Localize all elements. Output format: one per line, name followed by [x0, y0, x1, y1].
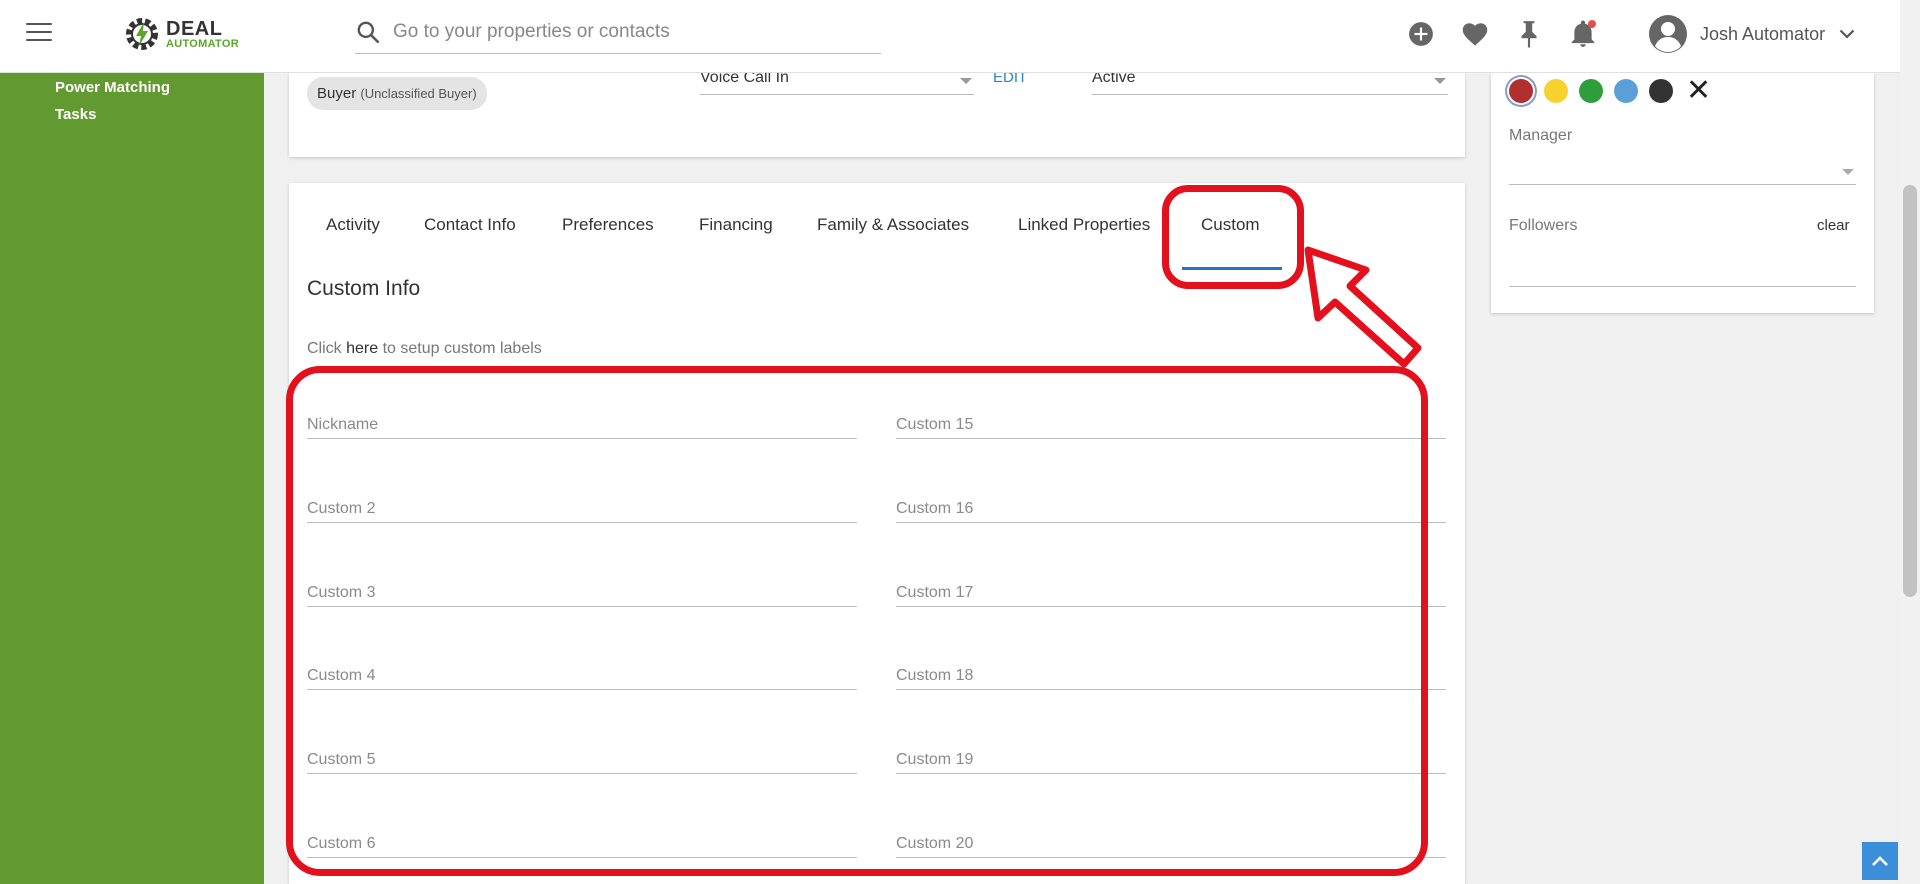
annotation-arrow-icon — [1304, 246, 1422, 368]
sidebar-item-tasks[interactable]: Tasks — [55, 106, 96, 123]
contact-details-card: Activity Contact Info Preferences Financ… — [289, 183, 1465, 884]
custom-field-2 — [307, 495, 857, 523]
back-to-top-button[interactable] — [1862, 842, 1898, 880]
custom-field-19 — [896, 746, 1446, 774]
custom-field-18 — [896, 662, 1446, 690]
tab-bar: Activity Contact Info Preferences Financ… — [289, 203, 1465, 270]
contact-type-sub: (Unclassified Buyer) — [360, 86, 477, 101]
custom-4-input[interactable] — [307, 662, 857, 689]
custom-field-17 — [896, 579, 1446, 607]
active-tab-indicator — [1182, 267, 1282, 270]
deal-automator-logo[interactable]: DEAL AUTOMATOR — [122, 12, 239, 56]
tab-contact-info[interactable]: Contact Info — [424, 215, 516, 235]
custom-field-20 — [896, 830, 1446, 858]
menu-icon[interactable] — [26, 23, 52, 45]
dropdown-caret-icon — [1434, 78, 1446, 84]
logo-text-top: DEAL — [166, 17, 223, 40]
search-input[interactable] — [393, 20, 853, 43]
user-menu[interactable]: Josh Automator — [1648, 14, 1855, 54]
clear-color-icon[interactable]: ✕ — [1686, 76, 1711, 106]
custom-20-input[interactable] — [896, 830, 1446, 857]
page-scrollbar-thumb[interactable] — [1903, 185, 1917, 597]
assignment-panel: ✕ Manager Followers clear — [1491, 73, 1874, 313]
color-swatch-green[interactable] — [1579, 79, 1603, 103]
custom-16-input[interactable] — [896, 495, 1446, 522]
color-swatch-red[interactable] — [1509, 79, 1533, 103]
global-search — [355, 10, 881, 54]
contact-summary-card: Buyer (Unclassified Buyer) Voice Call In… — [289, 69, 1465, 157]
setup-hint: Click here to setup custom labels — [307, 340, 542, 357]
chevron-up-icon — [1872, 856, 1888, 866]
color-swatch-blue[interactable] — [1614, 79, 1638, 103]
custom-19-input[interactable] — [896, 746, 1446, 773]
notification-badge — [1588, 20, 1596, 28]
color-swatch-yellow[interactable] — [1544, 79, 1568, 103]
manager-label: Manager — [1509, 127, 1573, 144]
custom-field-15 — [896, 411, 1446, 439]
top-actions — [1405, 18, 1621, 50]
tab-family-associates[interactable]: Family & Associates — [817, 215, 969, 235]
section-title: Custom Info — [307, 277, 421, 300]
sidebar: Power Matching Tasks — [0, 73, 264, 884]
color-swatch-black[interactable] — [1649, 79, 1673, 103]
pin-icon[interactable] — [1513, 18, 1545, 50]
custom-6-input[interactable] — [307, 830, 857, 857]
add-circle-icon[interactable] — [1405, 18, 1437, 50]
followers-label: Followers — [1509, 217, 1578, 234]
gear-bolt-icon — [126, 18, 158, 50]
setup-labels-link[interactable]: here — [346, 340, 378, 357]
tab-financing[interactable]: Financing — [699, 215, 773, 235]
bell-icon[interactable] — [1567, 18, 1599, 50]
nickname-input[interactable] — [307, 411, 857, 438]
tab-activity[interactable]: Activity — [326, 215, 380, 235]
custom-field-3 — [307, 579, 857, 607]
tab-preferences[interactable]: Preferences — [562, 215, 654, 235]
color-picker: ✕ — [1509, 76, 1711, 106]
user-name: Josh Automator — [1700, 23, 1826, 44]
custom-3-input[interactable] — [307, 579, 857, 606]
logo-text-bottom: AUTOMATOR — [166, 37, 239, 50]
dropdown-caret-icon — [1842, 169, 1854, 175]
custom-5-input[interactable] — [307, 746, 857, 773]
chevron-down-icon — [1839, 29, 1855, 39]
custom-field-16 — [896, 495, 1446, 523]
dropdown-caret-icon — [960, 78, 972, 84]
custom-field-6 — [307, 830, 857, 858]
contact-type-label: Buyer — [317, 85, 357, 102]
custom-field-5 — [307, 746, 857, 774]
avatar-icon — [1649, 15, 1687, 53]
custom-2-input[interactable] — [307, 495, 857, 522]
tab-custom[interactable]: Custom — [1201, 215, 1260, 235]
custom-18-input[interactable] — [896, 662, 1446, 689]
heart-icon[interactable] — [1459, 18, 1491, 50]
custom-17-input[interactable] — [896, 579, 1446, 606]
search-icon — [357, 21, 380, 43]
manager-select[interactable] — [1509, 155, 1856, 185]
clear-followers-link[interactable]: clear — [1817, 217, 1850, 234]
custom-field-4 — [307, 662, 857, 690]
custom-field-nickname — [307, 411, 857, 439]
custom-15-input[interactable] — [896, 411, 1446, 438]
tab-linked-properties[interactable]: Linked Properties — [1018, 215, 1150, 235]
top-bar: DEAL AUTOMATOR Josh Automator — [0, 0, 1900, 73]
contact-type-chip[interactable]: Buyer (Unclassified Buyer) — [307, 77, 487, 110]
followers-input[interactable] — [1509, 257, 1856, 287]
sidebar-item-power-matching[interactable]: Power Matching — [55, 79, 170, 96]
